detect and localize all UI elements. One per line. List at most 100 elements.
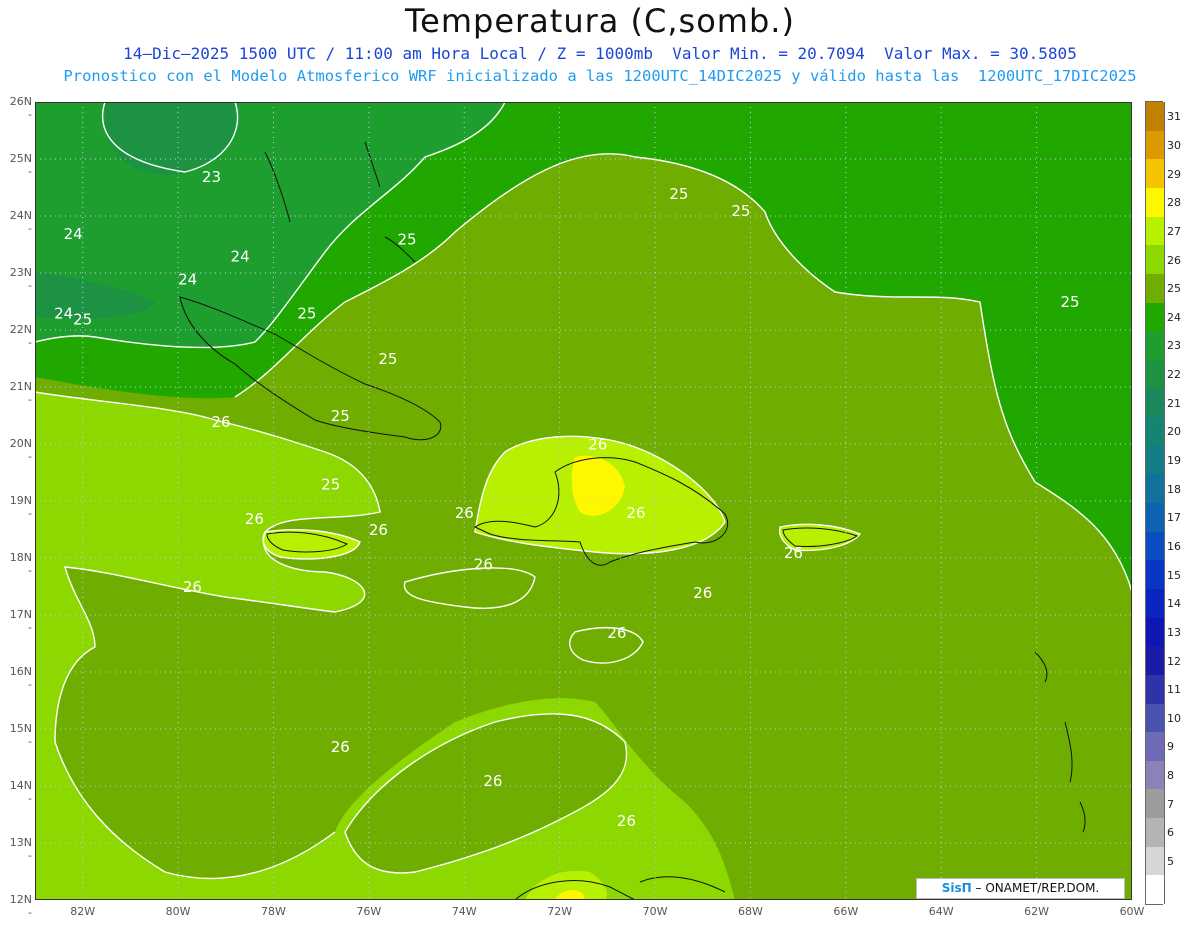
chart-title: Temperatura (C,somb.) — [405, 2, 795, 40]
lat-tick-label: 26N - — [9, 95, 32, 121]
contour-label: 26 — [369, 521, 388, 539]
lon-tick-label: 82W — [70, 905, 96, 918]
lon-tick-label: 66W — [833, 905, 859, 918]
legend-label: 17 — [1167, 511, 1181, 525]
legend-label: 25 — [1167, 282, 1181, 296]
legend-label: 29 — [1167, 167, 1181, 181]
legend-label: 22 — [1167, 368, 1181, 382]
legend-swatch — [1145, 417, 1165, 447]
contour-label: 24 — [231, 248, 250, 266]
lat-tick-label: 22N - — [9, 323, 32, 349]
legend-swatch — [1145, 159, 1165, 189]
legend-swatch — [1145, 359, 1165, 389]
contour-label: 26 — [183, 578, 202, 596]
lat-tick-label: 21N - — [9, 380, 32, 406]
lon-tick-label: 80W — [165, 905, 191, 918]
lat-tick-label: 25N - — [9, 152, 32, 178]
contour-label: 26 — [455, 504, 474, 522]
contour-label: 26 — [211, 413, 230, 431]
legend-label: 10 — [1167, 711, 1181, 725]
legend-label: 11 — [1167, 683, 1181, 697]
legend-swatch — [1145, 273, 1165, 303]
contour-label: 25 — [378, 350, 397, 368]
lon-tick-label: 60W — [1119, 905, 1145, 918]
contour-label: 25 — [331, 407, 350, 425]
lat-tick-label: 15N - — [9, 722, 32, 748]
legend-label: 18 — [1167, 482, 1181, 496]
lat-tick-label: 24N - — [9, 209, 32, 235]
legend-swatch — [1145, 531, 1165, 561]
credit-text: – ONAMET/REP.DOM. — [975, 881, 1100, 895]
legend-swatch — [1145, 617, 1165, 647]
contour-label: 25 — [731, 202, 750, 220]
legend-label: 8 — [1167, 769, 1174, 783]
contour-label: 24 — [178, 270, 197, 288]
legend-label: 13 — [1167, 625, 1181, 639]
contour-label: 25 — [1060, 293, 1079, 311]
legend-swatch — [1145, 818, 1165, 848]
temperature-map[interactable]: 2324242424 252525252525252525262626262626… — [35, 102, 1132, 900]
legend-label: 15 — [1167, 568, 1181, 582]
lat-tick-label: 12N - — [9, 893, 32, 919]
contour-label: 26 — [617, 812, 636, 830]
legend-label: 14 — [1167, 597, 1181, 611]
credit-box: SisΠ – ONAMET/REP.DOM. — [916, 878, 1125, 899]
lat-tick-label: 17N - — [9, 608, 32, 634]
legend-label: 6 — [1167, 826, 1174, 840]
lat-tick-label: 13N - — [9, 836, 32, 862]
lat-tick-label: 23N - — [9, 266, 32, 292]
legend-swatch — [1145, 474, 1165, 504]
contour-label: 26 — [245, 510, 264, 528]
lon-tick-label: 62W — [1024, 905, 1050, 918]
legend-swatch — [1145, 674, 1165, 704]
legend-label: 26 — [1167, 253, 1181, 267]
contour-label: 26 — [626, 504, 645, 522]
legend-swatch — [1145, 503, 1165, 533]
legend-label: 19 — [1167, 454, 1181, 468]
lat-tick-label: 16N - — [9, 665, 32, 691]
contour-label: 26 — [607, 624, 626, 642]
lon-tick-label: 76W — [356, 905, 382, 918]
contour-label: 25 — [297, 305, 316, 323]
legend-label: 12 — [1167, 654, 1181, 668]
legend-swatch — [1145, 445, 1165, 475]
lon-tick-label: 68W — [737, 905, 763, 918]
contour-label: 25 — [669, 185, 688, 203]
legend-label: 27 — [1167, 224, 1181, 238]
legend-label: 5 — [1167, 855, 1174, 869]
lon-tick-label: 74W — [451, 905, 477, 918]
legend-swatch — [1145, 187, 1165, 218]
contour-label: 26 — [331, 738, 350, 756]
contour-label: 26 — [784, 544, 803, 562]
credit-brand: SisΠ — [941, 881, 972, 895]
legend-label: 28 — [1167, 196, 1181, 210]
legend-swatch — [1145, 331, 1165, 361]
contour-label: 26 — [693, 584, 712, 602]
legend-label: 20 — [1167, 425, 1181, 439]
lat-tick-label: 19N - — [9, 494, 32, 520]
lon-tick-label: 70W — [642, 905, 668, 918]
contour-label: 25 — [397, 231, 416, 249]
legend-label: 16 — [1167, 539, 1181, 553]
legend-label: 24 — [1167, 310, 1181, 324]
subtitle-model-info: Pronostico con el Modelo Atmosferico WRF… — [63, 67, 1137, 85]
legend-swatch — [1145, 703, 1165, 733]
legend-swatch — [1145, 216, 1165, 246]
contour-label: 24 — [64, 225, 83, 243]
legend-swatch — [1145, 760, 1165, 790]
legend-swatch — [1145, 646, 1165, 676]
contour-label: 24 — [54, 305, 73, 323]
legend-swatch — [1145, 789, 1165, 819]
legend-swatch — [1145, 245, 1165, 275]
contour-label: 26 — [483, 772, 502, 790]
lon-tick-label: 72W — [547, 905, 573, 918]
legend-swatch — [1145, 846, 1165, 876]
legend-swatch — [1145, 388, 1165, 418]
lon-tick-label: 64W — [928, 905, 954, 918]
lat-tick-label: 20N - — [9, 437, 32, 463]
legend-swatch — [1145, 302, 1165, 332]
lat-tick-label: 18N - — [9, 551, 32, 577]
lon-tick-label: 78W — [261, 905, 286, 918]
contour-label: 25 — [73, 310, 92, 328]
contour-label: 26 — [588, 436, 607, 454]
